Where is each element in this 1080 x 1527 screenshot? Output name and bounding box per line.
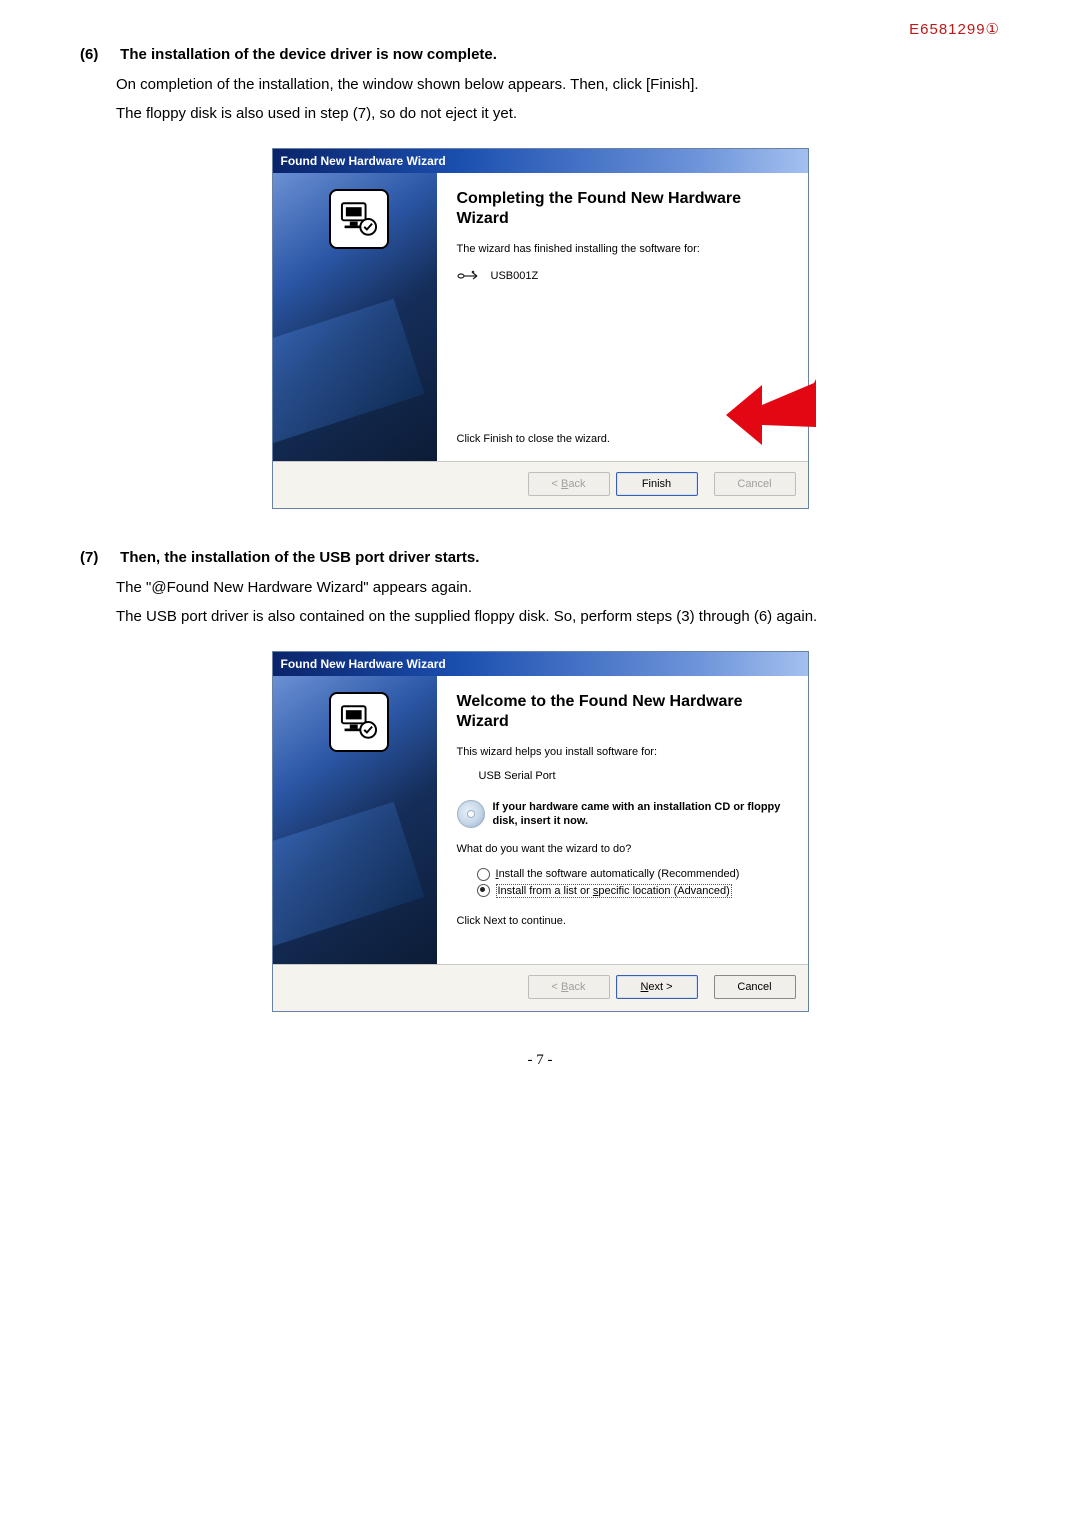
finish-button[interactable]: Finish [616, 472, 698, 496]
wizard2-device-name: USB Serial Port [479, 770, 788, 782]
cancel-button[interactable]: Cancel [714, 975, 796, 999]
decorative-shape [273, 802, 425, 947]
radio-icon [477, 868, 490, 881]
cancel-button-label: Cancel [737, 981, 771, 993]
wizard-dialog-welcome: Found New Hardware Wizard [272, 651, 809, 1012]
wizard2-heading: Welcome to the Found New Hardware Wizard [457, 692, 788, 732]
section-6-number: (6) [80, 46, 116, 63]
wizard1-footer: < Back Finish Cancel [273, 462, 808, 508]
decorative-shape [273, 299, 425, 444]
section-7-body-line1: The "@Found New Hardware Wizard" appears… [116, 574, 1000, 603]
page-number: - 7 - [80, 1052, 1000, 1069]
wizard2-title-bar: Found New Hardware Wizard [273, 652, 808, 676]
wizard2-helps-text: This wizard helps you install software f… [457, 746, 788, 758]
wizard2-info-text: If your hardware came with an installati… [493, 800, 788, 829]
usb-connector-icon [457, 267, 481, 285]
wizard2-click-next: Click Next to continue. [457, 915, 788, 927]
doc-id: E6581299① [80, 20, 1000, 38]
red-pointer-arrow-icon [726, 379, 816, 445]
wizard2-info-row: If your hardware came with an installati… [457, 800, 788, 829]
section-6-title: The installation of the device driver is… [120, 46, 497, 63]
back-button-label: < Back [552, 478, 586, 490]
section-7-title: Then, the installation of the USB port d… [120, 549, 479, 566]
section-6-body-line2: The floppy disk is also used in step (7)… [116, 100, 1000, 129]
wizard2-side-graphic [273, 676, 437, 964]
wizard1-device-name: USB001Z [491, 270, 539, 282]
wizard1-title-bar: Found New Hardware Wizard [273, 149, 808, 173]
section-7-header: (7) Then, the installation of the USB po… [80, 549, 1000, 566]
section-6-body-line1: On completion of the installation, the w… [116, 71, 1000, 100]
cd-icon [457, 800, 485, 828]
wizard1-heading: Completing the Found New Hardware Wizard [457, 189, 788, 229]
radio-install-automatically[interactable]: Install the software automatically (Reco… [477, 868, 788, 881]
section-7-body-line2: The USB port driver is also contained on… [116, 603, 1000, 632]
back-button[interactable]: < Back [528, 472, 610, 496]
wizard-dialog-completing: Found New Hardware Wizard [272, 148, 809, 509]
back-button[interactable]: < Back [528, 975, 610, 999]
cancel-button-label: Cancel [737, 478, 771, 490]
next-button[interactable]: Next > [616, 975, 698, 999]
radio-auto-label: Install the software automatically (Reco… [496, 868, 740, 880]
radio-icon [477, 884, 490, 897]
radio-install-specific[interactable]: Install from a list or specific location… [477, 884, 788, 898]
section-7-number: (7) [80, 549, 116, 566]
wizard1-finished-text: The wizard has finished installing the s… [457, 243, 788, 255]
radio-specific-label: Install from a list or specific location… [496, 884, 732, 898]
section-6-header: (6) The installation of the device drive… [80, 46, 1000, 63]
next-button-label: Next > [640, 981, 672, 993]
back-button-label: < Back [552, 981, 586, 993]
section-7-body: The "@Found New Hardware Wizard" appears… [116, 574, 1000, 631]
wizard2-question: What do you want the wizard to do? [457, 843, 788, 855]
finish-button-label: Finish [642, 478, 671, 490]
hardware-icon [329, 189, 389, 249]
wizard2-footer: < Back Next > Cancel [273, 965, 808, 1011]
wizard1-side-graphic [273, 173, 437, 461]
hardware-icon [329, 692, 389, 752]
cancel-button[interactable]: Cancel [714, 472, 796, 496]
section-6-body: On completion of the installation, the w… [116, 71, 1000, 128]
